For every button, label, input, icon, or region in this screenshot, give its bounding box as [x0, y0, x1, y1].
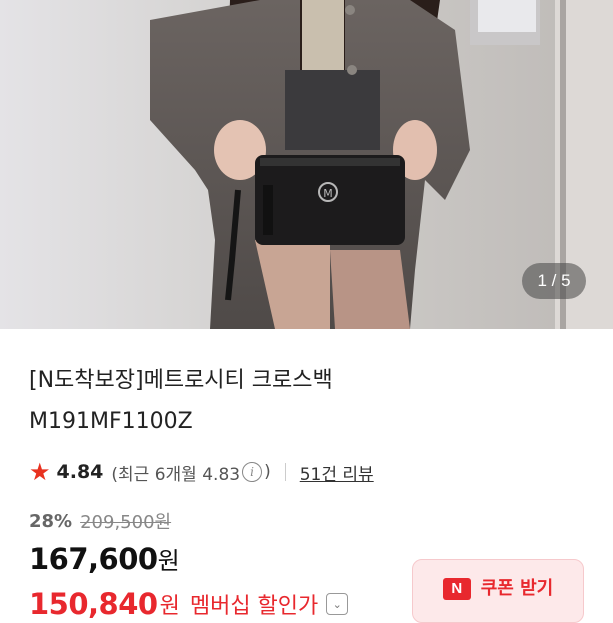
info-icon[interactable]: i — [242, 462, 263, 482]
product-title: [N도착보장]메트로시티 크로스백 M191MF1100Z — [29, 360, 589, 442]
membership-price-value: 150,840 — [29, 587, 158, 621]
product-title-line2: M191MF1100Z — [29, 409, 193, 434]
rating-row: ★ 4.84 (최근 6개월 4.83 i ) 51건 리뷰 — [29, 456, 589, 488]
product-title-line1: [N도착보장]메트로시티 크로스백 — [29, 368, 333, 393]
coupon-button[interactable]: N 쿠폰 받기 — [412, 559, 584, 623]
sale-price-value: 167,600 — [29, 542, 158, 576]
naver-n-icon: N — [442, 578, 471, 600]
svg-text:M: M — [323, 187, 333, 200]
chevron-down-icon[interactable]: ⌄ — [326, 593, 349, 615]
coupon-button-label: 쿠폰 받기 — [480, 578, 554, 599]
divider — [284, 463, 286, 481]
membership-price-unit: 원 — [159, 594, 180, 619]
sale-price-unit: 원 — [157, 547, 180, 575]
recent-rating: (최근 6개월 4.83 i ) — [111, 460, 271, 485]
membership-price-row[interactable]: 150,840 원 멤버십 할인가 ⌄ — [29, 587, 349, 621]
image-page-counter: 1 / 5 — [522, 263, 586, 299]
sale-price: 167,600원 — [29, 541, 180, 576]
recent-rating-text: (최근 6개월 4.83 — [111, 464, 241, 485]
membership-price-label: 멤버십 할인가 — [189, 594, 319, 619]
star-icon: ★ — [29, 458, 51, 486]
discount-rate: 28% — [29, 510, 73, 532]
recent-rating-close: ) — [264, 462, 271, 482]
discount-row: 28% 209,500원 — [29, 508, 171, 534]
product-image[interactable]: M 1 / 5 — [0, 0, 613, 329]
review-count-link[interactable]: 51건 리뷰 — [300, 460, 374, 485]
rating-score: 4.84 — [56, 461, 104, 483]
original-price: 209,500원 — [80, 512, 172, 533]
